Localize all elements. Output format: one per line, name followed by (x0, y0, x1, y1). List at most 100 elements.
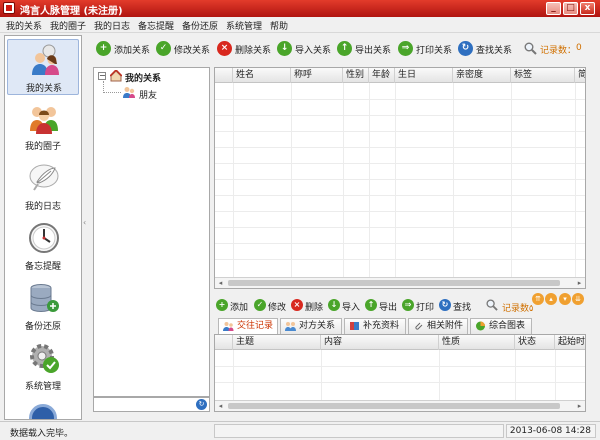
database-icon (30, 284, 59, 313)
column-tags[interactable]: 标签 (511, 68, 575, 83)
menu-my-logs[interactable]: 我的日志 (94, 19, 130, 32)
print-icon: ⇒ (398, 41, 413, 56)
book-icon (350, 322, 359, 330)
button-label: 删除关系 (235, 46, 272, 56)
sidebar-item-backup-restore[interactable]: 备份还原 (7, 278, 79, 334)
button-label: 导入关系 (295, 46, 332, 56)
tree-root-node[interactable]: 我的关系 (125, 71, 161, 84)
table-header: 姓名 称呼 性别 年龄 生日 亲密度 标签 简 (215, 68, 585, 83)
sidebar-item-system[interactable]: 系统管理 (7, 338, 79, 394)
window-title: 鸿言人脉管理 (未注册) (20, 6, 123, 17)
home-people-icon (110, 70, 122, 82)
nav-up-icon[interactable]: ▴ (545, 293, 557, 305)
menu-help[interactable]: 帮助 (270, 19, 288, 32)
close-button[interactable]: x (580, 2, 595, 15)
button-label: 删除 (305, 303, 324, 313)
scroll-thumb[interactable] (228, 403, 560, 409)
button-label: 打印关系 (416, 46, 453, 56)
sidebar-item-my-circles[interactable]: 我的圈子 (7, 98, 79, 154)
tab-label: 补充资料 (363, 321, 400, 331)
collapse-arrow-icon[interactable]: ‹ (83, 218, 86, 227)
sidebar-item-label: 备忘提醒 (24, 262, 61, 272)
button-label: 修改关系 (174, 46, 211, 56)
splitter[interactable]: ‹ (82, 35, 92, 420)
button-label: 导出关系 (355, 46, 392, 56)
toolbar: + 添加关系 ✓ 修改关系 × 删除关系 ↓ 导入关系 ↑ 导出关系 ⇒ 打印关… (94, 38, 600, 60)
delete-icon: × (217, 41, 232, 56)
scroll-thumb[interactable] (228, 280, 560, 286)
add-icon: + (216, 299, 228, 311)
export-icon: ↑ (365, 299, 377, 311)
add-icon: + (96, 41, 111, 56)
sidebar-item-label: 备份还原 (24, 322, 61, 332)
menu-system[interactable]: 系统管理 (226, 19, 262, 32)
scroll-right-icon[interactable]: ▸ (574, 401, 585, 411)
button-label: 打印 (416, 303, 435, 313)
record-count-label: 记录数： (540, 46, 577, 56)
group-icon (285, 322, 296, 331)
maximize-button[interactable]: □ (563, 2, 578, 15)
quill-icon (29, 164, 59, 191)
relations-table: 姓名 称呼 性别 年龄 生日 亲密度 标签 简 ◂ ▸ (214, 67, 586, 289)
find-icon: ↻ (439, 299, 451, 311)
minimize-button[interactable]: _ (546, 2, 561, 15)
sidebar-item-my-relations[interactable]: 我的关系 (7, 39, 79, 95)
sidebar-item-reminders[interactable]: 备忘提醒 (7, 218, 79, 274)
group-icon (30, 107, 58, 134)
tab-contact-records[interactable]: 交往记录 (218, 318, 278, 335)
nav-down-icon[interactable]: ▾ (559, 293, 571, 305)
tab-attachments[interactable]: 相关附件 (408, 318, 468, 334)
button-label: 添加关系 (114, 46, 151, 56)
column-gender[interactable]: 性别 (343, 68, 369, 83)
horizontal-scrollbar[interactable]: ◂ ▸ (215, 277, 585, 288)
pie-chart-icon (476, 321, 485, 331)
scroll-left-icon[interactable]: ◂ (215, 278, 226, 288)
find-icon: ↻ (458, 41, 473, 56)
app-icon (3, 2, 15, 14)
column-intimacy[interactable]: 亲密度 (453, 68, 511, 83)
column-title[interactable]: 称呼 (291, 68, 343, 83)
gear-check-icon (30, 344, 59, 373)
column-status[interactable]: 状态 (515, 335, 555, 350)
button-label: 添加 (230, 303, 249, 313)
status-datetime-panel: 2013-06-08 14:28 (506, 424, 596, 438)
search-icon[interactable]: ↻ (196, 399, 207, 410)
contact-records-table: 主题 内容 性质 状态 起始时 ◂ ▸ (214, 334, 586, 412)
sidebar-item-label: 我的日志 (24, 202, 61, 212)
horizontal-scrollbar[interactable]: ◂ ▸ (215, 400, 585, 411)
nav-bottom-icon[interactable]: ⇊ (572, 293, 584, 305)
tab-overview-charts[interactable]: 综合图表 (470, 318, 532, 334)
sidebar-item-my-logs[interactable]: 我的日志 (7, 158, 79, 214)
column-age[interactable]: 年龄 (369, 68, 395, 83)
column-nature[interactable]: 性质 (439, 335, 515, 350)
button-label: 查找关系 (476, 46, 513, 56)
check-icon: ✓ (156, 41, 171, 56)
menu-backup-restore[interactable]: 备份还原 (182, 19, 218, 32)
scroll-right-icon[interactable]: ▸ (574, 278, 585, 288)
tab-counterpart-relations[interactable]: 对方关系 (280, 318, 342, 334)
tab-label: 交往记录 (237, 321, 274, 331)
column-name[interactable]: 姓名 (233, 68, 291, 83)
check-icon: ✓ (254, 299, 266, 311)
friend-icon (123, 87, 135, 98)
nav-top-icon[interactable]: ⇈ (532, 293, 544, 305)
button-label: 查找 (453, 303, 472, 313)
column-summary[interactable]: 简 (575, 68, 585, 83)
menu-my-relations[interactable]: 我的关系 (6, 19, 42, 32)
tree-search-input[interactable]: ↻ (93, 397, 210, 412)
title-bar: 鸿言人脉管理 (未注册) _ □ x (0, 0, 600, 17)
scroll-left-icon[interactable]: ◂ (215, 401, 226, 411)
column-content[interactable]: 内容 (321, 335, 439, 350)
status-datetime: 2013-06-08 14:28 (509, 426, 591, 436)
paperclip-icon (415, 322, 423, 330)
column-start-time[interactable]: 起始时 (555, 335, 585, 350)
clock-icon (29, 223, 59, 253)
delete-icon: × (291, 299, 303, 311)
tab-supplementary-info[interactable]: 补充资料 (344, 318, 406, 334)
menu-my-circles[interactable]: 我的圈子 (50, 19, 86, 32)
menu-reminders[interactable]: 备忘提醒 (138, 19, 174, 32)
column-birthday[interactable]: 生日 (395, 68, 453, 83)
tree-collapse-toggle[interactable]: − (98, 72, 106, 80)
column-subject[interactable]: 主题 (233, 335, 321, 350)
tree-node-friends[interactable]: 朋友 (139, 88, 157, 101)
